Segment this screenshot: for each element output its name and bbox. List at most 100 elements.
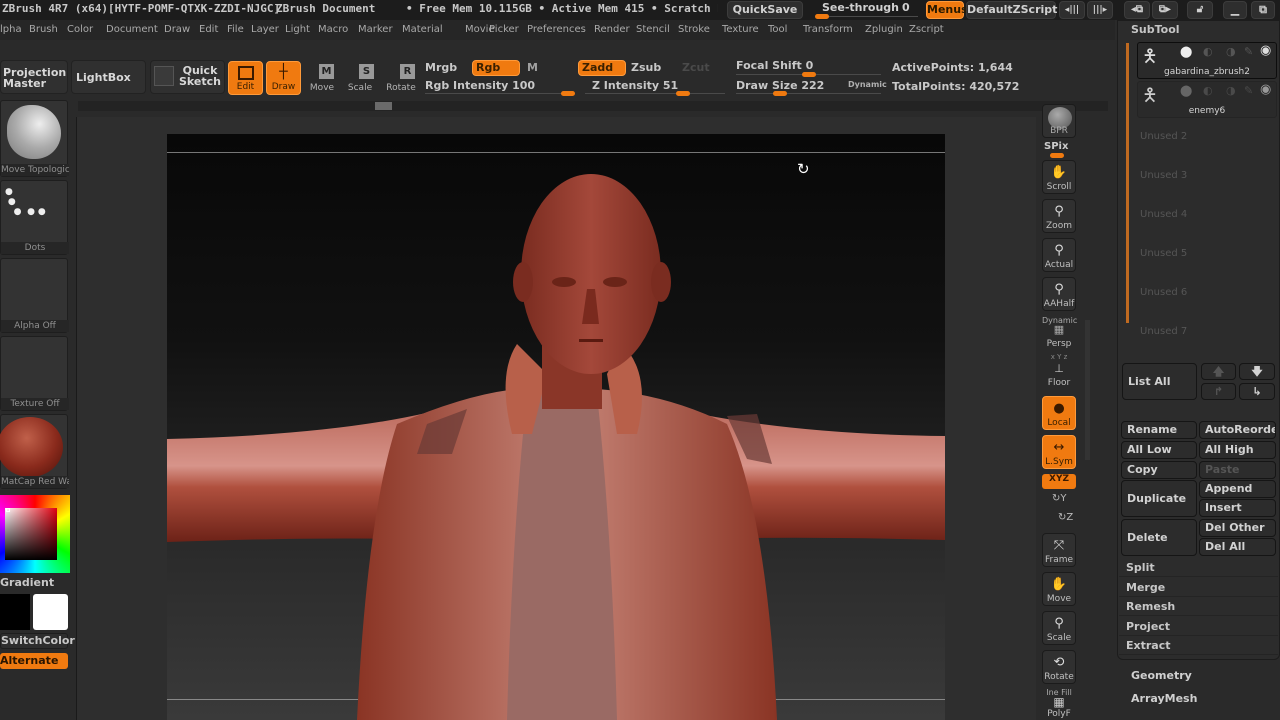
polypaint-toggle-icon[interactable]: ⬤: [1180, 84, 1192, 97]
menu-item[interactable]: Stencil: [636, 24, 670, 35]
secondary-color-swatch[interactable]: [33, 594, 68, 630]
subtool-unused-slot[interactable]: Unused 5: [1140, 248, 1187, 259]
polyf-button[interactable]: Ine Fill ▦ PolyF: [1042, 688, 1076, 720]
draw-size-slider[interactable]: [736, 93, 881, 94]
projection-master-button[interactable]: Projection Master: [0, 60, 68, 94]
menu-item[interactable]: Texture: [722, 24, 759, 35]
timeline-strip[interactable]: [78, 101, 1108, 111]
alpha-thumbnail[interactable]: Alpha Off: [0, 258, 69, 333]
switchcolor-button[interactable]: SwitchColor: [0, 633, 75, 649]
subtool-unused-slot[interactable]: Unused 3: [1140, 170, 1187, 181]
unlock-icon[interactable]: 🔓︎: [1187, 1, 1213, 19]
scale-button[interactable]: S Scale: [344, 61, 376, 95]
menu-item[interactable]: Zplugin: [865, 24, 903, 35]
gradient-label[interactable]: Gradient: [0, 576, 54, 589]
edit-button[interactable]: Edit: [228, 61, 263, 95]
subtool-unused-slot[interactable]: Unused 4: [1140, 209, 1187, 220]
move-button[interactable]: M Move: [306, 61, 338, 95]
focal-shift-knob[interactable]: [802, 72, 816, 77]
geometry-section[interactable]: Geometry: [1131, 669, 1192, 682]
color-picker[interactable]: [0, 495, 70, 573]
zadd-button[interactable]: Zadd: [578, 60, 626, 76]
menu-item[interactable]: Tool: [768, 24, 787, 35]
scroll-left-icon[interactable]: ◂|||: [1059, 1, 1085, 19]
menu-item[interactable]: Edit: [199, 24, 218, 35]
subtool-item[interactable]: 🯅︎ ⬤ ◐ ◑ ✎ ◉ gabardina_zbrush2: [1137, 42, 1277, 79]
local-button[interactable]: ● Local: [1042, 396, 1076, 430]
draw-button[interactable]: ┼ Draw: [266, 61, 301, 95]
subtool-row-extract[interactable]: Extract: [1119, 636, 1278, 655]
shelf-scrollbar[interactable]: [1085, 320, 1090, 460]
color-picker-cursor[interactable]: [6, 508, 10, 512]
quick-sketch-button[interactable]: Quick Sketch: [150, 60, 225, 94]
material-toggle-icon[interactable]: ◐: [1203, 45, 1213, 58]
subtool-scrollbar[interactable]: [1126, 43, 1129, 323]
main-color-swatch[interactable]: [0, 594, 30, 630]
zcut-button[interactable]: Zcut: [682, 61, 710, 74]
insert-button[interactable]: Insert: [1199, 499, 1276, 517]
move-down-folder-icon[interactable]: ↳: [1239, 383, 1275, 400]
menu-item[interactable]: Material: [402, 24, 443, 35]
subtool-item[interactable]: 🯅︎ ⬤ ◐ ◑ ✎ ◉ enemy6: [1137, 81, 1277, 118]
z-intensity-slider[interactable]: [585, 93, 725, 94]
z-intensity-knob[interactable]: [676, 91, 690, 96]
canvas[interactable]: ↻: [167, 134, 945, 720]
model-3d[interactable]: [167, 134, 945, 720]
move-down-icon[interactable]: 🡇︎: [1239, 363, 1275, 380]
menu-item[interactable]: Transform: [803, 24, 853, 35]
menu-item[interactable]: Render: [594, 24, 630, 35]
brush-toggle-icon[interactable]: ✎: [1244, 45, 1253, 58]
solo-toggle-icon[interactable]: ◑: [1226, 45, 1236, 58]
paste-button[interactable]: Paste: [1199, 461, 1276, 479]
persp-button[interactable]: Dynamic ▦ Persp: [1042, 316, 1077, 350]
visibility-eye-icon[interactable]: ◉: [1260, 82, 1271, 97]
menus-button[interactable]: Menus: [926, 1, 968, 19]
arraymesh-section[interactable]: ArrayMesh: [1131, 692, 1197, 705]
subtool-header[interactable]: SubTool: [1131, 23, 1180, 36]
menu-item[interactable]: Draw: [164, 24, 190, 35]
minimize-icon[interactable]: ▁: [1223, 1, 1247, 19]
brush-toggle-icon[interactable]: ✎: [1244, 84, 1253, 97]
rotate-view-button[interactable]: ⟲ Rotate: [1042, 650, 1076, 684]
lightbox-button[interactable]: LightBox: [71, 60, 146, 94]
append-button[interactable]: Append: [1199, 480, 1276, 498]
polypaint-toggle-icon[interactable]: ⬤: [1180, 45, 1192, 58]
subtool-unused-slot[interactable]: Unused 6: [1140, 287, 1187, 298]
menu-item[interactable]: Marker: [358, 24, 393, 35]
move-view-button[interactable]: ✋ Move: [1042, 572, 1076, 606]
del-all-button[interactable]: Del All: [1199, 538, 1276, 556]
rotate-button[interactable]: R Rotate: [384, 61, 418, 95]
scale-view-button[interactable]: ⚲ Scale: [1042, 611, 1076, 645]
autoreorder-button[interactable]: AutoReorder: [1199, 421, 1276, 439]
next-layout-icon[interactable]: ⧉▸: [1152, 1, 1178, 19]
subtool-unused-slot[interactable]: Unused 7: [1140, 326, 1187, 337]
rgb-button[interactable]: Rgb: [472, 60, 520, 76]
floor-button[interactable]: x Y z ⊥ Floor: [1042, 353, 1076, 389]
spix-slider[interactable]: [1050, 153, 1064, 158]
see-through-knob[interactable]: [815, 14, 829, 19]
material-thumbnail[interactable]: MatCap Red Wa: [0, 414, 69, 489]
quicksave-button[interactable]: QuickSave: [727, 1, 803, 19]
menu-item[interactable]: Color: [67, 24, 93, 35]
stroke-thumbnail[interactable]: ● ● ● ● ● Dots: [0, 180, 69, 255]
frame-button[interactable]: ⤧ Frame: [1042, 533, 1076, 567]
material-toggle-icon[interactable]: ◐: [1203, 84, 1213, 97]
brush-thumbnail[interactable]: Move Topological: [0, 100, 69, 177]
rename-button[interactable]: Rename: [1121, 421, 1197, 439]
move-up-folder-icon[interactable]: ↱: [1201, 383, 1236, 400]
delete-button[interactable]: Delete: [1121, 519, 1197, 556]
visibility-eye-icon[interactable]: ◉: [1260, 43, 1271, 58]
alternate-button[interactable]: Alternate: [0, 653, 68, 669]
subtool-row-project[interactable]: Project: [1119, 617, 1278, 636]
solo-toggle-icon[interactable]: ◑: [1226, 84, 1236, 97]
draw-size-knob[interactable]: [773, 91, 787, 96]
menu-item[interactable]: Picker: [489, 24, 519, 35]
move-up-icon[interactable]: 🡅︎: [1201, 363, 1236, 380]
actual-button[interactable]: ⚲ Actual: [1042, 238, 1076, 272]
m-button[interactable]: M: [527, 61, 538, 74]
y-rotate-button[interactable]: ↻Y: [1052, 493, 1067, 504]
list-all-button[interactable]: List All: [1122, 363, 1197, 400]
menu-item[interactable]: Light: [285, 24, 310, 35]
mrgb-button[interactable]: Mrgb: [425, 61, 457, 74]
prev-layout-icon[interactable]: ◂⧉: [1124, 1, 1150, 19]
